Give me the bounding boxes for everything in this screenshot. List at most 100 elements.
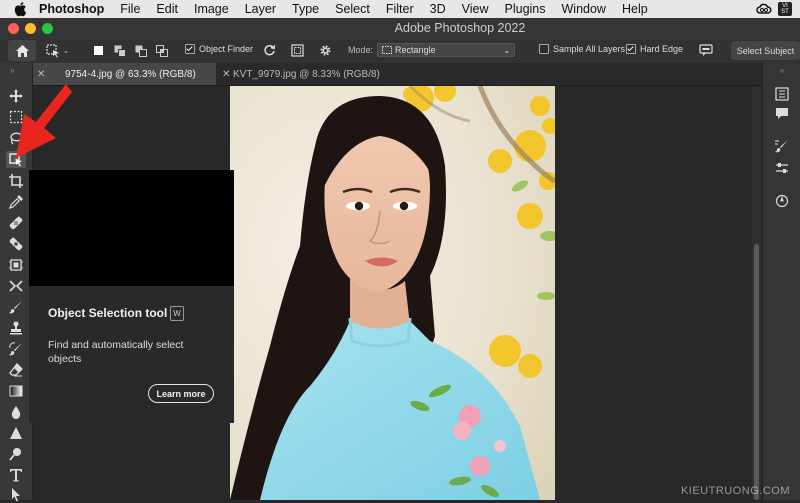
bandage-icon — [9, 237, 23, 250]
object-finder-label: Object Finder — [199, 44, 254, 54]
hard-edge-checkbox[interactable]: Hard Edge — [626, 44, 683, 54]
menu-help[interactable]: Help — [622, 2, 648, 16]
content-aware-move-tool[interactable] — [6, 277, 26, 294]
new-selection-icon — [94, 46, 103, 55]
red-arrow-icon — [16, 84, 72, 158]
menu-edit[interactable]: Edit — [156, 2, 178, 16]
sharpen-icon — [10, 426, 22, 439]
tab-document-2[interactable]: ✕ KVT_9979.jpg @ 8.33% (RGB/8) — [219, 63, 419, 85]
gradient-tool[interactable] — [6, 382, 26, 399]
home-icon — [15, 44, 29, 57]
menu-image[interactable]: Image — [194, 2, 229, 16]
blur-tool[interactable] — [6, 403, 26, 420]
creative-cloud-icon[interactable] — [756, 3, 772, 15]
history-icon — [775, 87, 789, 101]
sample-all-layers-check — [539, 44, 549, 54]
select-subject-button[interactable]: Select Subject — [731, 41, 800, 60]
adjustments-panel-button[interactable] — [774, 160, 790, 176]
scrollbar-thumb[interactable] — [754, 244, 759, 500]
tooltip-video-preview — [29, 170, 234, 286]
brush-settings-icon — [775, 140, 788, 153]
sliders-icon — [776, 163, 788, 173]
select-and-mask-button[interactable] — [697, 43, 715, 58]
menu-layer[interactable]: Layer — [245, 2, 276, 16]
clone-stamp-tool[interactable] — [6, 319, 26, 336]
sample-all-layers-checkbox[interactable]: Sample All Layers — [539, 44, 625, 54]
blur-icon — [11, 405, 21, 419]
patch-tool[interactable] — [6, 256, 26, 273]
add-selection-icon — [114, 45, 126, 57]
navigator-panel-button[interactable] — [774, 193, 790, 209]
crop-icon — [9, 173, 23, 188]
show-objects-icon — [291, 44, 304, 57]
menu-window[interactable]: Window — [562, 2, 606, 16]
eyedropper-icon — [9, 194, 23, 209]
tab-label: 9754-4.jpg @ 63.3% (RGB/8) — [65, 68, 196, 80]
mode-label: Mode: — [348, 45, 374, 55]
object-finder-settings-button[interactable] — [318, 43, 333, 58]
rectangle-mode-icon — [382, 46, 393, 54]
learn-more-button[interactable]: Learn more — [148, 384, 214, 403]
new-selection-button[interactable] — [91, 43, 106, 58]
home-button[interactable] — [8, 40, 36, 61]
menu-select[interactable]: Select — [335, 2, 370, 16]
chevron-down-icon: ⌄ — [503, 46, 511, 55]
subtract-from-selection-button[interactable] — [133, 43, 148, 58]
tool-tooltip: Object Selection tool W Find and automat… — [29, 286, 234, 423]
intersect-selection-button[interactable] — [154, 43, 169, 58]
portrait-photo — [230, 86, 555, 500]
vertical-scrollbar[interactable] — [752, 86, 761, 500]
sharpen-tool[interactable] — [6, 424, 26, 441]
user-avatar[interactable]: VI ST — [778, 2, 792, 16]
intersect-selection-icon — [155, 44, 168, 57]
watermark: KIEUTRUONG.COM — [680, 485, 790, 497]
menu-3d[interactable]: 3D — [430, 2, 446, 16]
window-title-bar: Adobe Photoshop 2022 — [0, 18, 800, 40]
document-photo[interactable] — [230, 86, 555, 500]
refresh-object-finder-button[interactable] — [262, 43, 277, 58]
object-finder-checkbox[interactable]: Object Finder — [185, 44, 253, 54]
collapse-panel-icon[interactable]: « — [780, 66, 784, 75]
close-icon[interactable]: ✕ — [37, 69, 45, 80]
speech-bubble-icon — [699, 44, 713, 56]
mode-value: Rectangle — [395, 45, 436, 55]
collapse-panel-icon[interactable]: » — [10, 66, 14, 75]
dodge-tool[interactable] — [6, 445, 26, 462]
menu-view[interactable]: View — [462, 2, 489, 16]
type-icon — [10, 468, 22, 481]
close-icon[interactable]: ✕ — [222, 69, 230, 80]
healing-brush-tool[interactable] — [6, 235, 26, 252]
mode-selector: Mode: Rectangle ⌄ — [348, 42, 524, 58]
path-selection-tool[interactable] — [6, 486, 26, 503]
spot-healing-brush-tool[interactable] — [6, 214, 26, 231]
add-to-selection-button[interactable] — [112, 43, 127, 58]
history-brush-tool[interactable] — [6, 340, 26, 357]
select-subject-label: Select Subject — [736, 45, 795, 56]
menu-app-name[interactable]: Photoshop — [39, 2, 104, 16]
apple-icon[interactable] — [13, 1, 27, 17]
navigator-icon — [775, 194, 789, 208]
menu-type[interactable]: Type — [292, 2, 319, 16]
eyedropper-tool[interactable] — [6, 193, 26, 210]
type-tool[interactable] — [6, 466, 26, 483]
history-panel-button[interactable] — [774, 86, 790, 102]
healing-brush-icon — [9, 216, 23, 229]
brush-tool[interactable] — [6, 298, 26, 315]
tool-preset-picker[interactable]: ⌄ — [46, 43, 80, 59]
menu-file[interactable]: File — [120, 2, 140, 16]
sample-all-layers-label: Sample All Layers — [553, 44, 626, 54]
brush-settings-panel-button[interactable] — [774, 138, 790, 154]
crop-tool[interactable] — [6, 172, 26, 189]
menu-filter[interactable]: Filter — [386, 2, 414, 16]
tooltip-title: Object Selection tool — [48, 306, 168, 320]
subtract-selection-icon — [135, 45, 147, 57]
show-all-objects-button[interactable] — [290, 43, 305, 58]
options-bar: ⌄ Object Finder Mode: Rectangle ⌄ Sample… — [0, 39, 800, 64]
menu-plugins[interactable]: Plugins — [505, 2, 546, 16]
tab-label: KVT_9979.jpg @ 8.33% (RGB/8) — [233, 68, 380, 80]
eraser-tool[interactable] — [6, 361, 26, 378]
mode-dropdown[interactable]: Rectangle ⌄ — [377, 43, 516, 57]
window-title: Adobe Photoshop 2022 — [394, 21, 526, 35]
comments-panel-button[interactable] — [774, 106, 790, 122]
stamp-icon — [10, 321, 22, 334]
